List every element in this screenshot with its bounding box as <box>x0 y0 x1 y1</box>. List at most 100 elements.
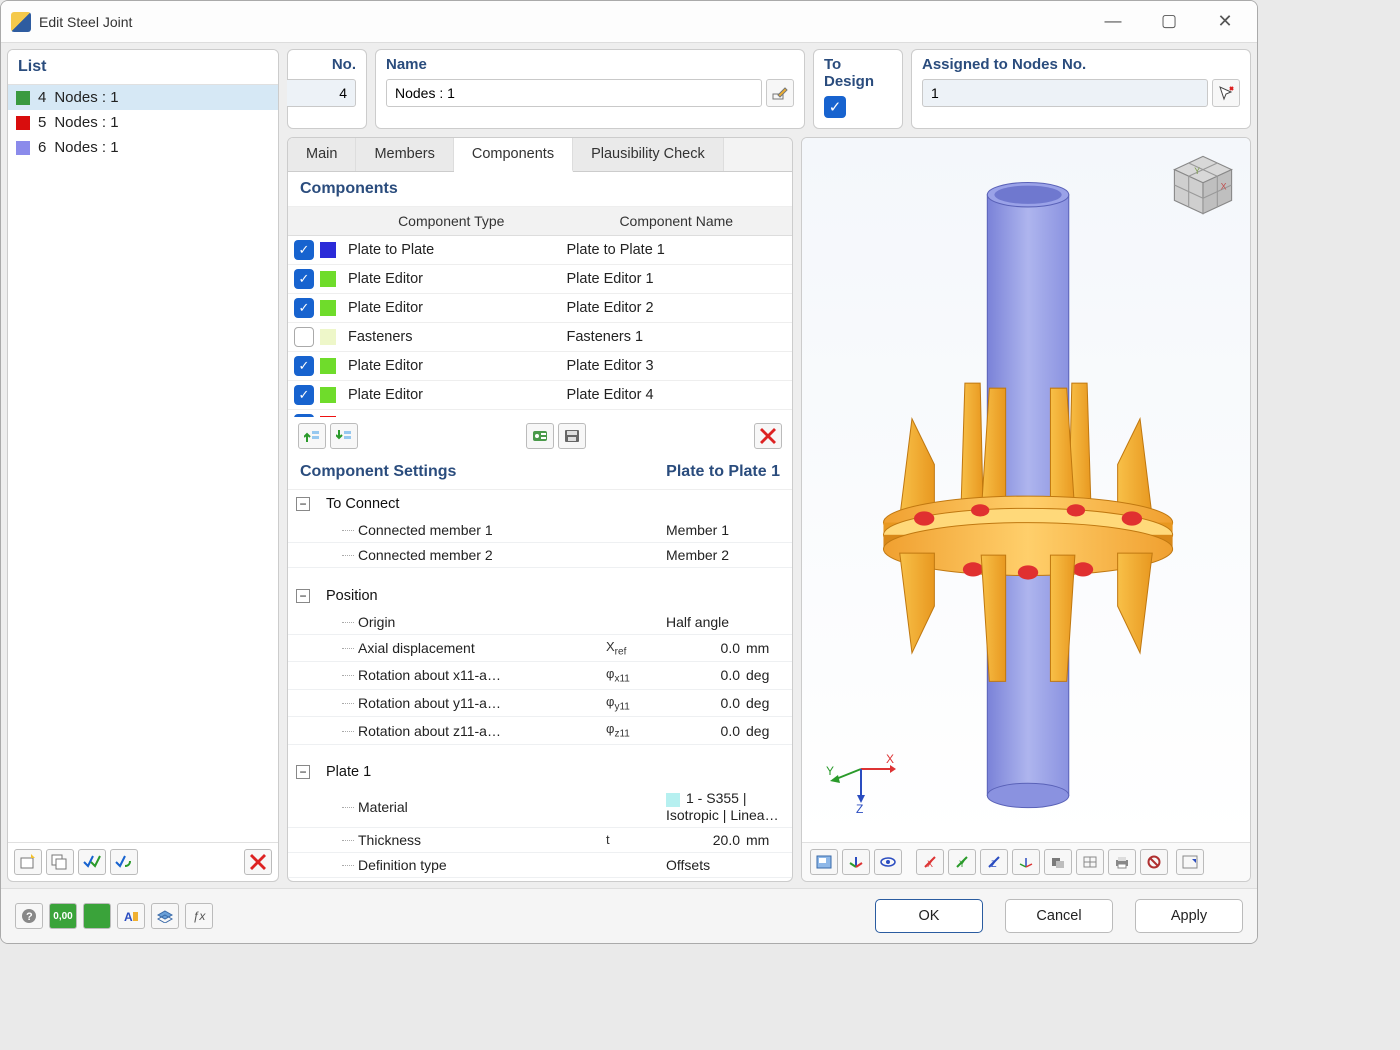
print-button[interactable] <box>1108 849 1136 875</box>
list-item[interactable]: 5 Nodes : 1 <box>8 110 278 135</box>
cancel-button[interactable]: Cancel <box>1005 899 1113 933</box>
property-row[interactable]: Rotation about x11-a…φx11 0.0 deg <box>288 662 792 690</box>
color-button[interactable] <box>83 903 111 929</box>
prop-symbol: φx11 <box>606 662 666 690</box>
prop-value[interactable]: Half angle <box>666 610 792 635</box>
property-row[interactable]: Connected member 2Member 2 <box>288 543 792 568</box>
units-button[interactable]: 0,00 <box>49 903 77 929</box>
component-row[interactable]: ✓ Plate Editor Plate Editor 1 <box>288 265 792 294</box>
fx-button[interactable]: ƒx <box>185 903 213 929</box>
assigned-input[interactable] <box>922 79 1208 107</box>
dialog-window: Edit Steel Joint — ▢ ✕ List 4 Nodes : 1 … <box>0 0 1258 944</box>
row-checkbox[interactable]: ✓ <box>294 327 314 347</box>
preview-viewport[interactable]: Y X <box>802 138 1250 842</box>
view-home-button[interactable] <box>810 849 838 875</box>
preview-toolbar: X Y Z <box>802 842 1250 881</box>
help-button[interactable]: ? <box>15 903 43 929</box>
library-button[interactable] <box>526 423 554 449</box>
property-row[interactable]: Origin Half angle <box>288 610 792 635</box>
settings-scroll[interactable]: − To ConnectConnected member 1Member 1Co… <box>288 490 792 881</box>
move-down-button[interactable] <box>330 423 358 449</box>
refresh-view-button[interactable] <box>1140 849 1168 875</box>
prop-value[interactable]: 0.0 <box>666 634 746 662</box>
tab-main[interactable]: Main <box>288 138 356 171</box>
to-design-checkbox[interactable]: ✓ <box>824 96 846 118</box>
view-axis-button[interactable] <box>842 849 870 875</box>
property-row[interactable]: Top offsetΔtop 92.0 mm <box>288 877 792 881</box>
delete-component-button[interactable] <box>754 423 782 449</box>
save-button[interactable] <box>558 423 586 449</box>
maximize-button[interactable]: ▢ <box>1151 11 1187 32</box>
prop-value[interactable]: 0.0 <box>666 717 746 745</box>
property-row[interactable]: Rotation about z11-a…φz11 0.0 deg <box>288 717 792 745</box>
name-input[interactable] <box>386 79 762 107</box>
delete-item-button[interactable] <box>244 849 272 875</box>
row-checkbox[interactable]: ✓ <box>294 269 314 289</box>
check-button-1[interactable] <box>78 849 106 875</box>
view-eye-button[interactable] <box>874 849 902 875</box>
view-style-button[interactable] <box>1044 849 1072 875</box>
pick-nodes-button[interactable] <box>1212 79 1240 107</box>
property-row[interactable]: Material1 - S355 | Isotropic | Linea… <box>288 786 792 827</box>
row-checkbox[interactable]: ✓ <box>294 356 314 376</box>
nav-cube-icon[interactable]: Y X <box>1170 152 1236 218</box>
move-up-button[interactable] <box>298 423 326 449</box>
prop-value[interactable]: 1 - S355 | Isotropic | Linea… <box>666 786 792 827</box>
tab-members[interactable]: Members <box>356 138 453 171</box>
row-checkbox[interactable]: ✓ <box>294 385 314 405</box>
edit-name-button[interactable] <box>766 79 794 107</box>
property-row[interactable]: Rotation about y11-a…φy11 0.0 deg <box>288 689 792 717</box>
svg-text:X: X <box>1221 181 1227 191</box>
check-button-2[interactable] <box>110 849 138 875</box>
prop-value[interactable]: 0.0 <box>666 689 746 717</box>
prop-value[interactable]: Offsets <box>666 852 792 877</box>
collapse-toggle[interactable]: − <box>296 497 310 511</box>
svg-text:X: X <box>927 859 933 869</box>
to-design-card: To Design ✓ <box>813 49 903 129</box>
component-row[interactable]: ✓ Plate Plate 1 <box>288 410 792 418</box>
component-row[interactable]: ✓ Plate Editor Plate Editor 4 <box>288 381 792 410</box>
row-checkbox[interactable]: ✓ <box>294 240 314 260</box>
row-checkbox[interactable]: ✓ <box>294 298 314 318</box>
component-row[interactable]: ✓ Plate Editor Plate Editor 3 <box>288 352 792 381</box>
layers-button[interactable] <box>151 903 179 929</box>
copy-item-button[interactable] <box>46 849 74 875</box>
tab-plausibility-check[interactable]: Plausibility Check <box>573 138 724 171</box>
new-item-button[interactable] <box>14 849 42 875</box>
prop-value[interactable]: Member 1 <box>666 518 792 543</box>
prop-value[interactable]: 20.0 <box>666 827 746 852</box>
ok-button[interactable]: OK <box>875 899 983 933</box>
prop-symbol: φy11 <box>606 689 666 717</box>
list-item[interactable]: 4 Nodes : 1 <box>8 85 278 110</box>
tab-components[interactable]: Components <box>454 138 573 172</box>
view-iso-button[interactable] <box>1012 849 1040 875</box>
property-row[interactable]: Definition typeOffsets <box>288 852 792 877</box>
view-wire-button[interactable] <box>1076 849 1104 875</box>
apply-button[interactable]: Apply <box>1135 899 1243 933</box>
expand-view-button[interactable] <box>1176 849 1204 875</box>
property-row[interactable]: Connected member 1Member 1 <box>288 518 792 543</box>
list-item[interactable]: 6 Nodes : 1 <box>8 135 278 160</box>
minimize-button[interactable]: — <box>1095 11 1131 32</box>
property-row[interactable]: Thicknesst 20.0 mm <box>288 827 792 852</box>
prop-value[interactable]: Member 2 <box>666 543 792 568</box>
component-row[interactable]: ✓ Plate Editor Plate Editor 2 <box>288 294 792 323</box>
prop-unit: mm <box>746 634 792 662</box>
view-x-button[interactable]: X <box>916 849 944 875</box>
prop-label: Origin <box>318 610 606 635</box>
property-row[interactable]: Axial displacementXref 0.0 mm <box>288 634 792 662</box>
prop-symbol: φz11 <box>606 717 666 745</box>
component-row[interactable]: ✓ Plate to Plate Plate to Plate 1 <box>288 236 792 265</box>
prop-value[interactable]: 0.0 <box>666 662 746 690</box>
view-z-button[interactable]: Z <box>980 849 1008 875</box>
settings-title: Component Settings <box>300 463 456 481</box>
view-y-button[interactable]: Y <box>948 849 976 875</box>
font-button[interactable]: A <box>117 903 145 929</box>
collapse-toggle[interactable]: − <box>296 589 310 603</box>
prop-value[interactable]: 92.0 <box>666 877 746 881</box>
svg-text:Y: Y <box>1194 166 1200 176</box>
collapse-toggle[interactable]: − <box>296 765 310 779</box>
component-row[interactable]: ✓ Fasteners Fasteners 1 <box>288 323 792 352</box>
no-input[interactable] <box>287 79 356 107</box>
close-button[interactable]: ✕ <box>1207 11 1243 32</box>
